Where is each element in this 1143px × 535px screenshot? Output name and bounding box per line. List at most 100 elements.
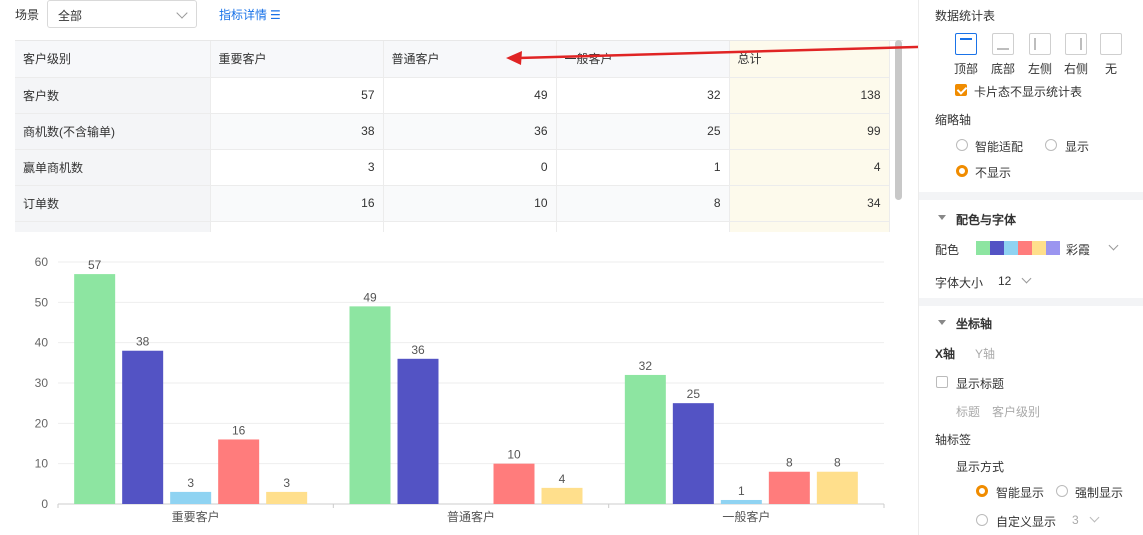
y-tick-label: 20 xyxy=(35,416,49,430)
bar-chart: 0 10 20 30 40 50 60 57 38 3 16 3 重要客户 49 36 10 4 普通客户 32 25… xyxy=(35,255,885,524)
position-none-button[interactable]: 无 xyxy=(1091,33,1131,77)
show-title-checkbox[interactable] xyxy=(936,376,948,388)
row-label: 赢单商机数 xyxy=(15,149,211,186)
thumb-hide-radio[interactable] xyxy=(956,165,968,177)
position-top-button[interactable]: 顶部 xyxy=(946,33,986,77)
caret-down-icon[interactable] xyxy=(938,320,946,325)
thumb-option-label: 智能适配 xyxy=(975,140,1024,154)
bar xyxy=(720,499,762,504)
metric-detail-link[interactable]: 指标详情 ☰ xyxy=(219,6,281,23)
card-hide-label: 卡片态不显示统计表 xyxy=(974,85,1083,99)
axis-title-label: 标题 xyxy=(956,405,981,419)
bar-data-label: 3 xyxy=(283,476,290,490)
chevron-down-icon xyxy=(1021,273,1032,284)
chevron-down-icon xyxy=(1108,240,1119,251)
scene-select-value: 全部 xyxy=(58,9,83,23)
show-title-label: 显示标题 xyxy=(956,377,1005,391)
thumb-axis-title: 缩略轴 xyxy=(935,113,972,127)
table-cell: 32 xyxy=(556,77,730,114)
display-option-label: 强制显示 xyxy=(1075,486,1124,500)
layout-bottom-icon xyxy=(992,33,1014,55)
bar xyxy=(493,463,535,504)
x-tick-label: 重要客户 xyxy=(172,509,220,524)
bar-data-label: 1 xyxy=(738,484,745,498)
table-cell: 49 xyxy=(383,77,557,114)
font-size-value: 12 xyxy=(998,274,1012,288)
row-label: 商机数(不含输单) xyxy=(15,113,211,150)
bar-data-label: 49 xyxy=(363,290,377,304)
position-label: 左侧 xyxy=(1027,62,1052,76)
axis-section-title[interactable]: 坐标轴 xyxy=(956,315,992,332)
custom-interval-value[interactable]: 3 xyxy=(1072,513,1079,527)
y-tick-label: 0 xyxy=(41,497,48,511)
palette-swatch xyxy=(1046,241,1060,255)
layout-right-icon xyxy=(1065,33,1087,55)
bar-data-label: 32 xyxy=(639,359,653,373)
display-custom-radio[interactable] xyxy=(976,514,988,526)
palette-name: 彩霞 xyxy=(1066,243,1091,257)
settings-panel: 数据统计表 顶部 底部 左侧 右侧 无 卡片态不显示统计表 缩略轴 智能适配 显… xyxy=(918,0,1143,535)
axis-title-input[interactable]: 客户级别 xyxy=(992,403,1040,420)
x-tick-label: 普通客户 xyxy=(447,509,495,524)
bar xyxy=(349,306,391,504)
table-row: 商机数(不含输单) 38 36 25 99 xyxy=(15,113,890,150)
thumb-smart-radio[interactable] xyxy=(956,139,968,151)
table-cell: 36 xyxy=(383,113,557,150)
display-smart-radio[interactable] xyxy=(976,485,988,497)
card-hide-checkbox[interactable] xyxy=(955,84,967,96)
bar xyxy=(218,439,260,504)
bar-data-label: 3 xyxy=(187,476,194,490)
table-header-cell: 普通客户 xyxy=(383,41,557,78)
y-tick-label: 50 xyxy=(35,295,49,309)
palette-swatch xyxy=(1018,241,1032,255)
bar xyxy=(541,487,583,504)
palette-swatch xyxy=(1032,241,1046,255)
axis-tick-title: 轴标签 xyxy=(935,433,972,447)
layout-top-icon xyxy=(955,33,977,55)
table-cell: 0 xyxy=(383,149,557,186)
position-label: 顶部 xyxy=(953,62,978,76)
scene-label: 场景 xyxy=(15,8,40,22)
x-tick-label: 一般客户 xyxy=(722,509,770,524)
tab-y-axis[interactable]: Y轴 xyxy=(975,345,995,362)
thumb-show-radio[interactable] xyxy=(1045,139,1057,151)
table-cell: 10 xyxy=(383,185,557,222)
caret-down-icon[interactable] xyxy=(938,215,946,220)
layout-left-icon xyxy=(1029,33,1051,55)
color-label: 配色 xyxy=(935,243,960,257)
color-font-section-title[interactable]: 配色与字体 xyxy=(956,211,1016,228)
chevron-down-icon xyxy=(176,7,188,19)
position-right-button[interactable]: 右侧 xyxy=(1056,33,1096,77)
bar-data-label: 25 xyxy=(687,387,701,401)
section-divider xyxy=(919,298,1143,306)
display-mode-label: 显示方式 xyxy=(956,460,1005,474)
table-header-cell: 总计 xyxy=(729,41,890,78)
position-bottom-button[interactable]: 底部 xyxy=(983,33,1023,77)
bar-data-label: 8 xyxy=(786,456,793,470)
table-cell: 25 xyxy=(556,113,730,150)
display-force-radio[interactable] xyxy=(1056,485,1068,497)
chevron-down-icon xyxy=(1089,512,1100,523)
table-row-partial xyxy=(15,221,890,232)
metric-detail-label: 指标详情 xyxy=(219,8,268,22)
bar xyxy=(768,471,810,504)
y-tick-label: 30 xyxy=(35,376,49,390)
table-scrollbar[interactable] xyxy=(895,40,902,200)
bar-data-label: 57 xyxy=(88,258,102,272)
bar xyxy=(624,374,666,504)
table-row: 客户数 57 49 32 138 xyxy=(15,77,890,114)
bar xyxy=(816,471,858,504)
bar-data-label: 36 xyxy=(411,343,425,357)
palette-swatch xyxy=(976,241,990,255)
tab-x-axis[interactable]: X轴 xyxy=(935,345,955,362)
table-cell: 38 xyxy=(210,113,384,150)
scene-select[interactable]: 全部 xyxy=(47,0,197,28)
bar-data-label: 4 xyxy=(559,472,566,486)
table-header-cell: 客户级别 xyxy=(15,41,211,78)
display-option-label: 自定义显示 xyxy=(996,515,1057,529)
list-icon: ☰ xyxy=(270,8,281,22)
table-cell: 3 xyxy=(210,149,384,186)
position-left-button[interactable]: 左侧 xyxy=(1020,33,1060,77)
table-row: 赢单商机数 3 0 1 4 xyxy=(15,149,890,186)
table-cell: 57 xyxy=(210,77,384,114)
